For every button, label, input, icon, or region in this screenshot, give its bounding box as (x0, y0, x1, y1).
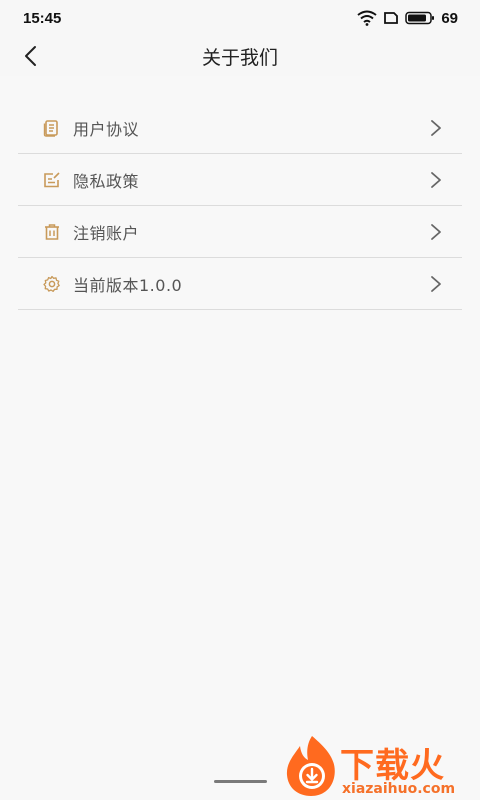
menu-item-cancel-account[interactable]: 注销账户 (18, 206, 462, 258)
chevron-right-icon (431, 172, 441, 188)
wifi-icon (357, 10, 377, 26)
menu-item-label: 注销账户 (73, 224, 140, 243)
page-title: 关于我们 (201, 47, 278, 69)
menu-item-privacy-policy[interactable]: 隐私政策 (18, 154, 462, 206)
chevron-right-icon (431, 120, 441, 136)
document-icon (43, 120, 58, 137)
menu-item-label: 隐私政策 (73, 172, 140, 191)
nav-bar: 关于我们 (0, 36, 480, 76)
status-icons: 69 (357, 9, 458, 27)
chevron-right-icon (431, 224, 441, 240)
battery-icon (405, 11, 435, 25)
gear-icon (43, 275, 60, 292)
status-time: 15:45 (23, 10, 62, 27)
edit-box-icon (44, 172, 60, 188)
sim-icon (384, 12, 399, 24)
watermark-logo: 下载火 xiazaihuo.com (282, 734, 478, 800)
battery-level: 69 (441, 9, 458, 27)
home-indicator[interactable] (214, 780, 267, 783)
settings-menu: 用户协议 隐私政策 注销账户 当前版本1.0.0 (18, 102, 462, 310)
menu-item-label: 用户协议 (73, 120, 140, 139)
menu-item-current-version[interactable]: 当前版本1.0.0 (18, 258, 462, 310)
menu-item-label: 当前版本1.0.0 (73, 276, 183, 295)
watermark-title: 下载火 (340, 746, 445, 786)
watermark-subtitle: xiazaihuo.com (342, 781, 456, 797)
status-bar: 15:45 69 (0, 0, 480, 36)
menu-item-user-agreement[interactable]: 用户协议 (18, 102, 462, 154)
trash-icon (45, 224, 59, 240)
chevron-right-icon (431, 276, 441, 292)
flame-download-icon (286, 736, 335, 796)
